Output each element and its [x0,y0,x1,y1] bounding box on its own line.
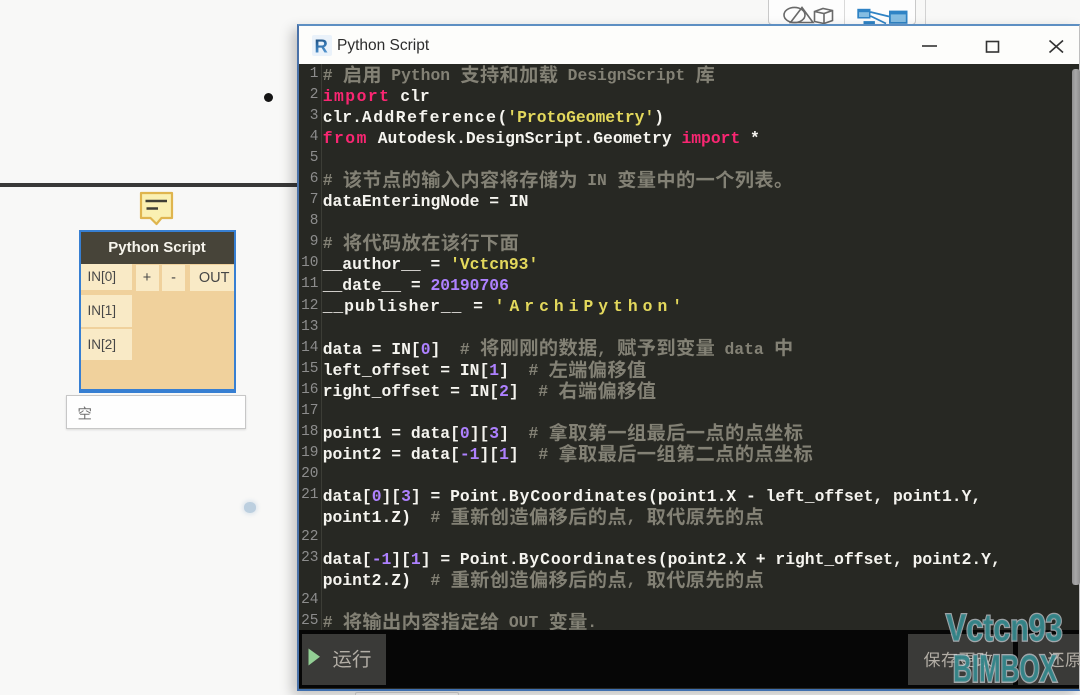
svg-text:Vctcn93: Vctcn93 [946,607,1063,649]
svg-text:R: R [314,36,327,57]
svg-text:BIMBOX: BIMBOX [953,648,1057,690]
